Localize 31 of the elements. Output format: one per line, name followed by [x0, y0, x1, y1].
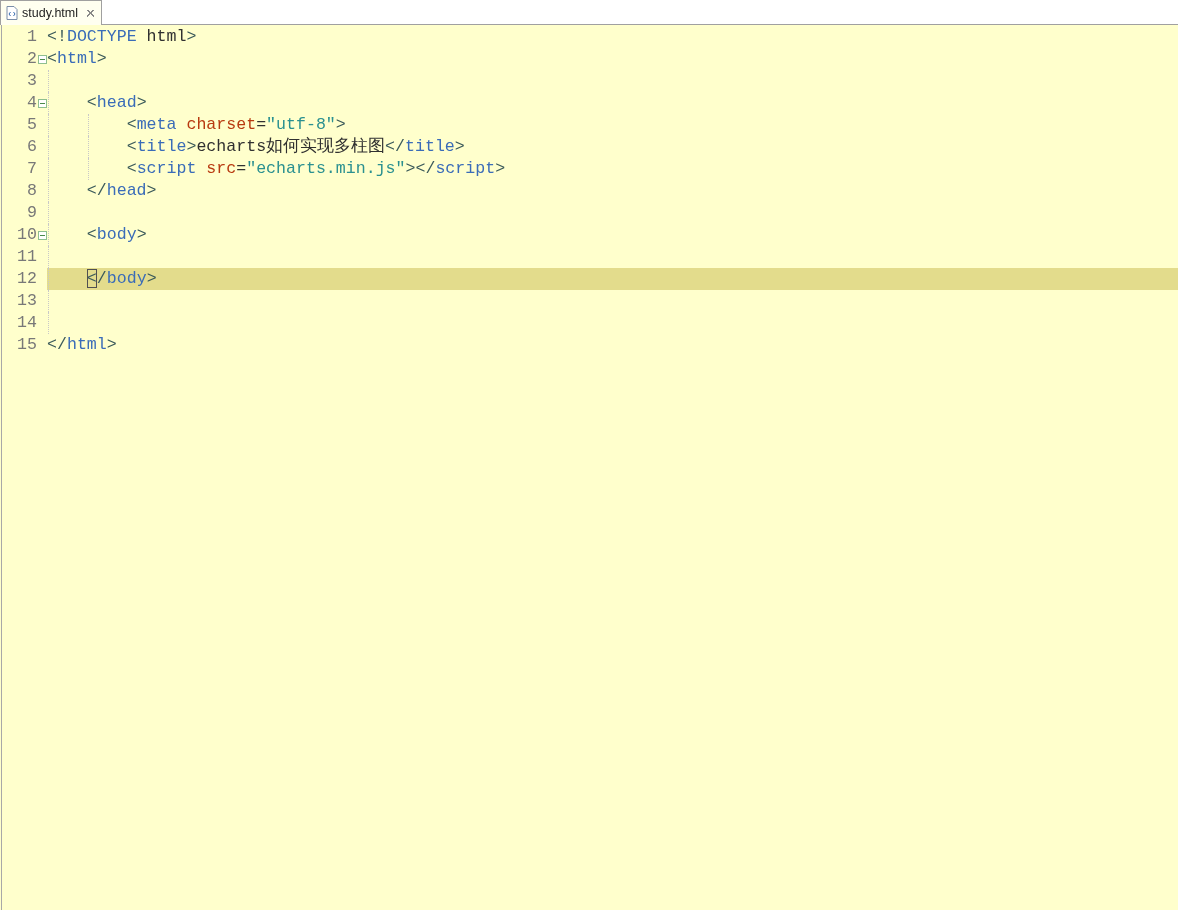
code-line: <script src="echarts.min.js"></script> [125, 159, 506, 178]
code-line: <meta charset="utf-8"> [125, 115, 346, 134]
html-file-icon [6, 6, 18, 20]
collapse-icon[interactable] [37, 98, 47, 108]
collapse-icon[interactable] [37, 54, 47, 64]
code-line: <head> [85, 93, 147, 112]
collapse-icon[interactable] [37, 230, 47, 240]
code-line: <title>echarts如何实现多柱图</title> [125, 137, 465, 156]
code-line: </html> [47, 335, 117, 354]
line-number: 4 [26, 92, 37, 114]
code-line: </head> [85, 181, 157, 200]
line-number: 5 [26, 114, 37, 136]
line-number: 2 [26, 48, 37, 70]
line-number: 10 [16, 224, 37, 246]
code-line: <!DOCTYPE html> [47, 27, 197, 46]
code-line: <body> [85, 225, 147, 244]
line-number: 9 [26, 202, 37, 224]
code-line: <html> [47, 49, 107, 68]
line-number: 13 [16, 290, 37, 312]
line-number: 11 [16, 246, 37, 268]
line-number: 12 [16, 268, 37, 290]
line-number: 6 [26, 136, 37, 158]
close-icon[interactable] [86, 8, 96, 18]
line-number: 7 [26, 158, 37, 180]
line-number: 1 [26, 26, 37, 48]
line-number: 15 [16, 334, 37, 356]
editor-tab[interactable]: study.html [0, 0, 103, 25]
line-number: 14 [16, 312, 37, 334]
line-number: 3 [26, 70, 37, 92]
line-number: 8 [26, 180, 37, 202]
code-line: </body> [85, 269, 157, 288]
